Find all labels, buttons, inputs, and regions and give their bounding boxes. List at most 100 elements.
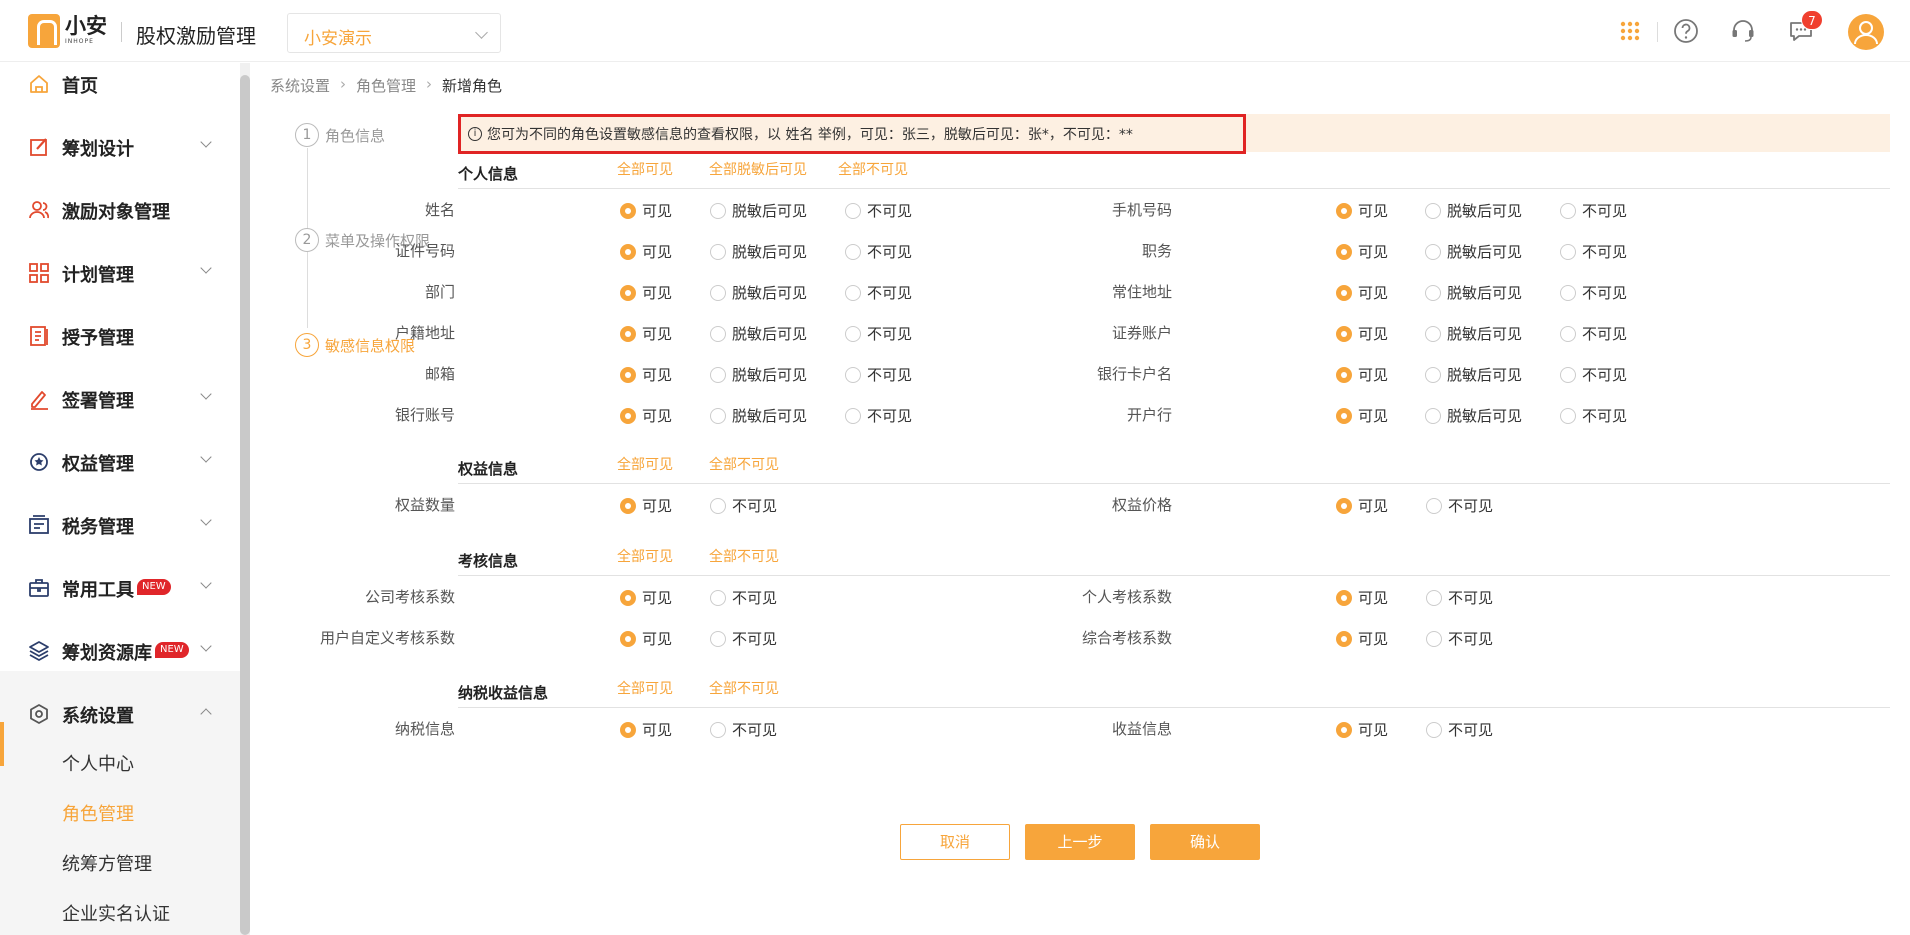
radio-masked[interactable]: 脱敏后可见 <box>1425 200 1522 221</box>
radio-hidden[interactable]: 不可见 <box>845 200 912 221</box>
radio-masked[interactable]: 脱敏后可见 <box>1425 241 1522 262</box>
help-icon[interactable] <box>1672 17 1700 45</box>
radio-visible[interactable]: 可见 <box>1336 364 1388 385</box>
radio-hidden[interactable]: 不可见 <box>845 241 912 262</box>
scrollbar-thumb[interactable] <box>240 75 250 935</box>
radio-masked[interactable]: 脱敏后可见 <box>1425 282 1522 303</box>
sidebar-subitem-roles[interactable]: 角色管理 <box>62 800 134 826</box>
bulk-set-link[interactable]: 全部不可见 <box>709 678 779 698</box>
radio-hidden[interactable]: 不可见 <box>710 495 777 516</box>
radio-masked[interactable]: 脱敏后可见 <box>710 200 807 221</box>
radio-hidden[interactable]: 不可见 <box>1426 495 1493 516</box>
radio-visible[interactable]: 可见 <box>620 628 672 649</box>
radio-hidden[interactable]: 不可见 <box>1426 587 1493 608</box>
logo[interactable]: 小安 INHOPE <box>28 14 107 48</box>
radio-hidden[interactable]: 不可见 <box>1560 364 1627 385</box>
breadcrumb-item[interactable]: 系统设置 <box>270 75 330 96</box>
bulk-set-link[interactable]: 全部可见 <box>617 678 673 698</box>
radio-visible[interactable]: 可见 <box>620 364 672 385</box>
radio-hidden[interactable]: 不可见 <box>1560 200 1627 221</box>
radio-masked[interactable]: 脱敏后可见 <box>710 282 807 303</box>
step-role-info[interactable]: 1 角色信息 <box>295 123 385 147</box>
apps-grid-icon[interactable] <box>1616 17 1644 45</box>
radio-hidden[interactable]: 不可见 <box>710 587 777 608</box>
radio-masked[interactable]: 脱敏后可见 <box>1425 364 1522 385</box>
radio-masked[interactable]: 脱敏后可见 <box>1425 405 1522 426</box>
radio-hidden[interactable]: 不可见 <box>845 323 912 344</box>
radio-hidden[interactable]: 不可见 <box>1560 282 1627 303</box>
radio-visible[interactable]: 可见 <box>620 405 672 426</box>
company-select[interactable]: 小安演示 <box>287 13 501 53</box>
sidebar-item-settings[interactable]: 系统设置 <box>0 693 240 733</box>
radio-label: 不可见 <box>1448 721 1494 739</box>
breadcrumb-item[interactable]: 角色管理 <box>356 75 416 96</box>
radio-visible[interactable]: 可见 <box>1336 323 1388 344</box>
radio-hidden[interactable]: 不可见 <box>710 719 777 740</box>
sidebar-subitem-coordinator[interactable]: 统筹方管理 <box>62 850 152 876</box>
radio-hidden[interactable]: 不可见 <box>845 282 912 303</box>
bulk-set-link[interactable]: 全部可见 <box>617 454 673 474</box>
radio-hidden[interactable]: 不可见 <box>710 628 777 649</box>
sidebar-item-plan[interactable]: 计划管理 <box>0 252 240 292</box>
radio-visible[interactable]: 可见 <box>1336 200 1388 221</box>
sidebar-item-home[interactable]: 首页 <box>0 63 240 103</box>
radio-masked[interactable]: 脱敏后可见 <box>710 241 807 262</box>
sidebar-item-tax[interactable]: 税务管理 <box>0 504 240 544</box>
logo-subname: INHOPE <box>65 38 94 45</box>
radio-hidden[interactable]: 不可见 <box>1426 719 1493 740</box>
bulk-set-link[interactable]: 全部可见 <box>617 546 673 566</box>
radio-masked[interactable]: 脱敏后可见 <box>710 323 807 344</box>
radio-masked[interactable]: 脱敏后可见 <box>710 405 807 426</box>
radio-visible[interactable]: 可见 <box>620 200 672 221</box>
sidebar-item-equity[interactable]: 权益管理 <box>0 441 240 481</box>
sidebar-subitem-verification[interactable]: 企业实名认证 <box>62 900 170 926</box>
radio-visible[interactable]: 可见 <box>620 719 672 740</box>
bulk-set-link[interactable]: 全部脱敏后可见 <box>709 159 807 179</box>
radio-label: 不可见 <box>1582 284 1628 302</box>
radio-visible[interactable]: 可见 <box>1336 282 1388 303</box>
field-label: 证件号码 <box>394 242 455 260</box>
confirm-button[interactable]: 确认 <box>1150 824 1260 860</box>
radio-label: 脱敏后可见 <box>732 243 808 261</box>
radio-masked[interactable]: 脱敏后可见 <box>710 364 807 385</box>
radio-visible[interactable]: 可见 <box>1336 587 1388 608</box>
radio-visible[interactable]: 可见 <box>620 282 672 303</box>
radio-label: 不可见 <box>867 202 913 220</box>
sidebar-scrollbar[interactable] <box>240 63 250 935</box>
bulk-set-link[interactable]: 全部可见 <box>617 159 673 179</box>
radio-visible[interactable]: 可见 <box>1336 719 1388 740</box>
radio-visible[interactable]: 可见 <box>1336 241 1388 262</box>
radio-masked[interactable]: 脱敏后可见 <box>1425 323 1522 344</box>
bulk-set-link[interactable]: 全部不可见 <box>709 454 779 474</box>
bulk-set-link[interactable]: 全部不可见 <box>709 546 779 566</box>
sidebar-item-sign[interactable]: 签署管理 <box>0 378 240 418</box>
sidebar-item-planning[interactable]: 筹划设计 <box>0 126 240 166</box>
radio-visible[interactable]: 可见 <box>1336 495 1388 516</box>
radio-visible[interactable]: 可见 <box>620 587 672 608</box>
radio-hidden[interactable]: 不可见 <box>1560 405 1627 426</box>
radio-hidden[interactable]: 不可见 <box>1426 628 1493 649</box>
radio-indicator <box>1426 721 1442 738</box>
previous-step-button[interactable]: 上一步 <box>1025 824 1135 860</box>
sidebar-item-resources[interactable]: 筹划资源库 NEW <box>0 630 240 670</box>
radio-visible[interactable]: 可见 <box>620 241 672 262</box>
radio-visible[interactable]: 可见 <box>620 495 672 516</box>
sidebar-subitem-profile[interactable]: 个人中心 <box>62 750 134 776</box>
radio-hidden[interactable]: 不可见 <box>845 364 912 385</box>
radio-visible[interactable]: 可见 <box>1336 628 1388 649</box>
bulk-set-link[interactable]: 全部不可见 <box>838 159 908 179</box>
radio-visible[interactable]: 可见 <box>620 323 672 344</box>
radio-hidden[interactable]: 不可见 <box>845 405 912 426</box>
user-avatar[interactable] <box>1848 14 1884 50</box>
radio-visible[interactable]: 可见 <box>1336 405 1388 426</box>
sidebar-item-incentive-targets[interactable]: 激励对象管理 <box>0 189 240 229</box>
radio-hidden[interactable]: 不可见 <box>1560 323 1627 344</box>
cancel-button[interactable]: 取消 <box>900 824 1010 860</box>
book-icon <box>30 326 48 346</box>
radio-hidden[interactable]: 不可见 <box>1560 241 1627 262</box>
sidebar-item-grant[interactable]: 授予管理 <box>0 315 240 355</box>
radio-label: 可见 <box>1358 202 1389 220</box>
radio-indicator <box>710 325 726 342</box>
sidebar-item-tools[interactable]: 常用工具 NEW <box>0 567 240 607</box>
customer-service-icon[interactable] <box>1729 17 1757 45</box>
